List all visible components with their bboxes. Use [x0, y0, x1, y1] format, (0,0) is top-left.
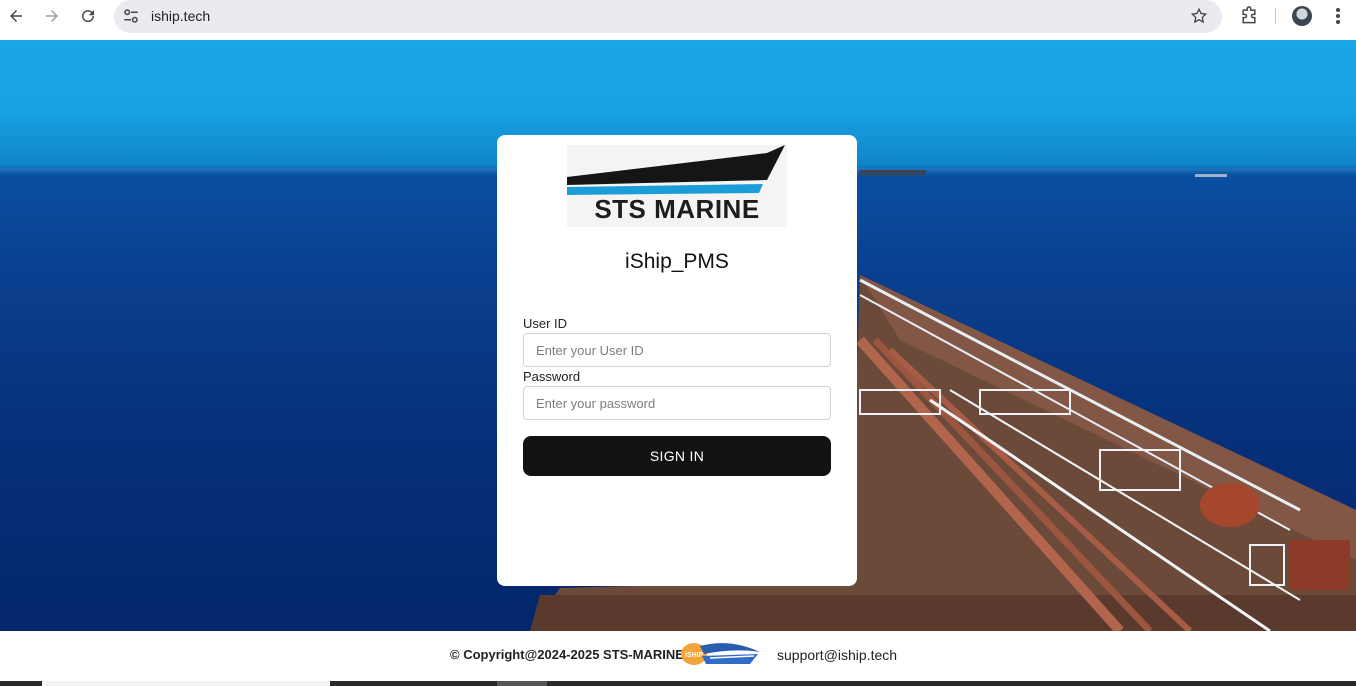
- taskbar-strip: [0, 681, 1356, 686]
- reload-icon[interactable]: [76, 4, 100, 28]
- app-title: iShip_PMS: [625, 250, 729, 273]
- password-label: Password: [523, 369, 581, 384]
- site-settings-icon[interactable]: [122, 7, 140, 25]
- copyright-text: © Copyright@2024-2025 STS-MARINE: [450, 647, 684, 662]
- password-input[interactable]: [523, 386, 831, 420]
- user-id-input[interactable]: [523, 333, 831, 367]
- logo-hull-graphic: [567, 145, 785, 195]
- toolbar-divider: [1275, 8, 1276, 24]
- footer-logo-text: iSHIP: [685, 652, 704, 659]
- login-card: STS MARINE iShip_PMS User ID Password SI…: [497, 135, 857, 586]
- user-id-label: User ID: [523, 316, 568, 331]
- page-footer: © Copyright@2024-2025 STS-MARINE iSHIP s…: [0, 631, 1356, 681]
- browser-toolbar: iship.tech: [0, 0, 1356, 40]
- extensions-icon[interactable]: [1239, 6, 1259, 26]
- support-email[interactable]: support@iship.tech: [777, 647, 897, 663]
- iship-footer-logo: iSHIP: [681, 643, 760, 665]
- address-bar[interactable]: iship.tech: [114, 0, 1222, 33]
- taskbar-segment: [42, 681, 330, 686]
- url-text[interactable]: iship.tech: [151, 8, 210, 24]
- taskbar-segment: [497, 681, 547, 686]
- back-arrow-icon[interactable]: [4, 4, 28, 28]
- kebab-menu-icon[interactable]: [1330, 6, 1346, 26]
- logo-text: STS MARINE: [594, 194, 760, 224]
- forward-arrow-icon[interactable]: [40, 4, 64, 28]
- bookmark-star-icon[interactable]: [1190, 7, 1208, 25]
- profile-avatar[interactable]: [1292, 6, 1312, 26]
- company-logo: STS MARINE: [567, 145, 787, 227]
- sign-in-button[interactable]: SIGN IN: [523, 436, 831, 476]
